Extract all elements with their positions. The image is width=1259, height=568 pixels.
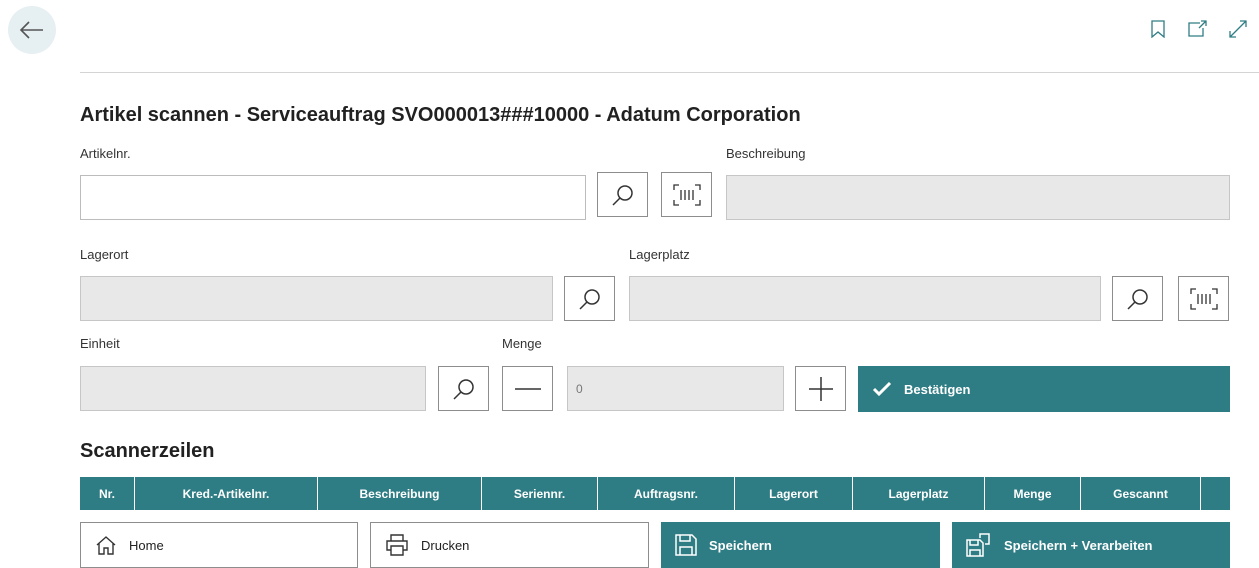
einheit-search-button[interactable] bbox=[438, 366, 489, 411]
save-icon bbox=[675, 534, 697, 556]
expand-icon[interactable] bbox=[1227, 18, 1249, 40]
menge-increase-button[interactable] bbox=[795, 366, 846, 411]
search-icon bbox=[452, 378, 474, 400]
lagerort-field bbox=[80, 276, 553, 321]
lagerplatz-label: Lagerplatz bbox=[629, 247, 690, 262]
artikelnr-scan-button[interactable] bbox=[661, 172, 712, 217]
column-header-gescannt[interactable]: Gescannt bbox=[1081, 477, 1201, 510]
lagerort-search-button[interactable] bbox=[564, 276, 615, 321]
artikelnr-input[interactable] bbox=[80, 175, 586, 220]
home-button[interactable]: Home bbox=[80, 522, 358, 568]
checkmark-icon bbox=[872, 381, 892, 397]
search-icon bbox=[578, 288, 600, 310]
lagerplatz-field bbox=[629, 276, 1101, 321]
minus-icon bbox=[514, 387, 541, 390]
lagerort-label: Lagerort bbox=[80, 247, 129, 262]
column-header-menge[interactable]: Menge bbox=[985, 477, 1081, 510]
confirm-button-label: Bestätigen bbox=[904, 381, 971, 397]
column-header-kred-artikelnr[interactable]: Kred.-Artikelnr. bbox=[135, 477, 318, 510]
printer-icon bbox=[386, 534, 408, 556]
column-header-lagerort[interactable]: Lagerort bbox=[735, 477, 853, 510]
home-button-label: Home bbox=[129, 537, 164, 553]
column-header-seriennr[interactable]: Seriennr. bbox=[482, 477, 598, 510]
beschreibung-label: Beschreibung bbox=[726, 146, 806, 161]
menge-input[interactable]: 0 bbox=[567, 366, 784, 411]
barcode-scan-icon bbox=[1189, 287, 1218, 310]
print-button-label: Drucken bbox=[421, 537, 470, 553]
search-icon bbox=[611, 184, 633, 206]
einheit-field bbox=[80, 366, 426, 411]
barcode-scan-icon bbox=[672, 183, 701, 206]
save-button-label: Speichern bbox=[709, 537, 772, 553]
lagerplatz-search-button[interactable] bbox=[1112, 276, 1163, 321]
column-header-beschreibung[interactable]: Beschreibung bbox=[318, 477, 482, 510]
save-process-button[interactable]: Speichern + Verarbeiten bbox=[952, 522, 1230, 568]
page-title: Artikel scannen - Serviceauftrag SVO0000… bbox=[80, 104, 801, 126]
bookmark-icon[interactable] bbox=[1147, 18, 1169, 40]
scanner-lines-title: Scannerzeilen bbox=[80, 440, 215, 462]
artikelnr-search-button[interactable] bbox=[597, 172, 648, 217]
column-header-auftragsnr[interactable]: Auftragsnr. bbox=[598, 477, 735, 510]
top-toolbar bbox=[1147, 18, 1249, 40]
print-button[interactable]: Drucken bbox=[370, 522, 649, 568]
open-new-window-icon[interactable] bbox=[1187, 18, 1209, 40]
lagerplatz-scan-button[interactable] bbox=[1178, 276, 1229, 321]
menge-decrease-button[interactable] bbox=[502, 366, 553, 411]
save-process-button-label: Speichern + Verarbeiten bbox=[1004, 537, 1153, 553]
save-process-icon bbox=[966, 533, 990, 557]
scanner-lines-table-header: Nr. Kred.-Artikelnr. Beschreibung Serien… bbox=[80, 477, 1230, 510]
home-icon bbox=[96, 536, 116, 555]
back-arrow-icon bbox=[19, 21, 43, 39]
menge-label: Menge bbox=[502, 336, 542, 351]
confirm-button[interactable]: Bestätigen bbox=[858, 366, 1230, 412]
column-header-extra[interactable] bbox=[1201, 477, 1230, 510]
save-button[interactable]: Speichern bbox=[661, 522, 940, 568]
einheit-label: Einheit bbox=[80, 336, 120, 351]
beschreibung-field bbox=[726, 175, 1230, 220]
artikelnr-label: Artikelnr. bbox=[80, 146, 131, 161]
plus-icon bbox=[808, 376, 833, 401]
column-header-nr[interactable]: Nr. bbox=[80, 477, 135, 510]
header-divider bbox=[80, 72, 1259, 73]
search-icon bbox=[1126, 288, 1148, 310]
column-header-lagerplatz[interactable]: Lagerplatz bbox=[853, 477, 985, 510]
back-button[interactable] bbox=[8, 6, 56, 54]
